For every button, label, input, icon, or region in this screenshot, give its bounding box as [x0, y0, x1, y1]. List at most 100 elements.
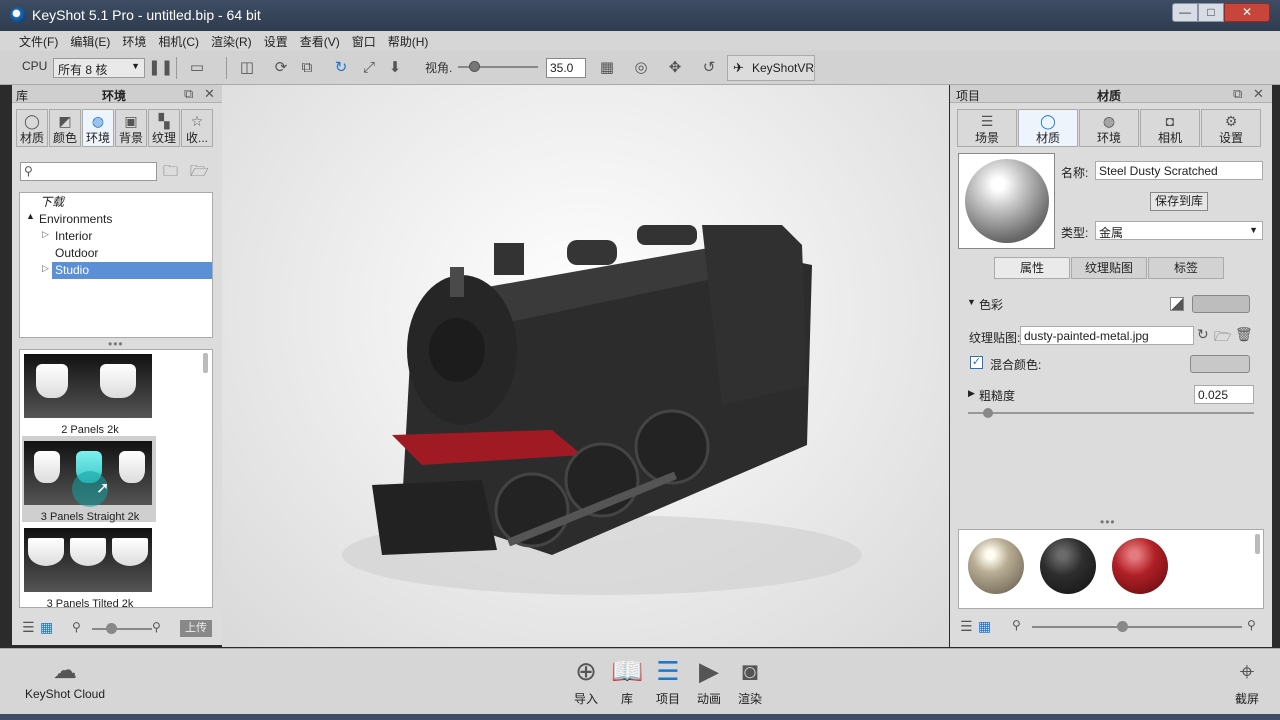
render-button[interactable]: ◙ 渲染 — [730, 655, 770, 707]
roughness-input[interactable]: 0.025 — [1194, 385, 1254, 404]
geometry-view-icon[interactable]: ▦ — [596, 57, 618, 79]
expanded-arrow-icon[interactable]: ▲ — [26, 211, 35, 221]
texture-map-field[interactable]: dusty-painted-metal.jpg — [1020, 326, 1194, 345]
delete-icon[interactable]: 🗑 — [1235, 326, 1253, 343]
zoom-out-icon[interactable]: ⚲ — [1012, 618, 1021, 632]
minimize-button[interactable]: — — [1172, 3, 1198, 22]
close-button[interactable]: ✕ — [1224, 3, 1270, 22]
tab-labels[interactable]: 标签 — [1148, 257, 1224, 279]
tab-scene[interactable]: ☰ 场景 — [957, 109, 1017, 147]
expanded-arrow-icon[interactable]: ▼ — [967, 297, 976, 307]
material-preview[interactable] — [958, 153, 1055, 249]
list-view-icon[interactable]: ☰ — [960, 618, 973, 635]
performance-mode-icon[interactable]: ◎ — [630, 57, 652, 79]
save-to-library-button[interactable]: 保存到库 — [1150, 192, 1208, 211]
splitter-handle[interactable]: ••• — [1100, 515, 1116, 529]
tab-colors[interactable]: ◩ 颜色 — [49, 109, 81, 147]
tray-size-slider[interactable] — [1032, 626, 1242, 628]
folder-options-icon[interactable]: 🗁 — [190, 161, 209, 186]
tab-settings[interactable]: ⚙ 设置 — [1201, 109, 1261, 147]
undock-icon[interactable]: ⧉ — [184, 86, 193, 102]
tab-properties[interactable]: 属性 — [994, 257, 1070, 279]
menu-file[interactable]: 文件(F) — [13, 31, 64, 50]
tree-item-outdoor[interactable]: Outdoor — [55, 245, 98, 262]
grid-view-icon[interactable]: ▦ — [978, 618, 991, 635]
tab-materials[interactable]: ◯ 材质 — [16, 109, 48, 147]
undock-icon[interactable]: ⧉ — [1233, 86, 1242, 102]
pause-icon[interactable]: ❚❚ — [148, 57, 173, 79]
library-button[interactable]: 📖 库 — [607, 655, 647, 707]
keyshot-cloud-button[interactable]: ☁ KeyShot Cloud — [20, 655, 110, 701]
region-render-icon[interactable]: ▭ — [186, 57, 208, 79]
tray-material-3[interactable] — [1112, 538, 1168, 594]
fit-view-icon[interactable]: ⤢ — [358, 57, 380, 79]
import-button[interactable]: ⊕ 导入 — [566, 655, 606, 707]
tree-item-studio[interactable]: Studio — [52, 262, 212, 279]
menu-edit[interactable]: 编辑(E) — [64, 31, 116, 50]
tree-item-download[interactable]: 下载 — [40, 194, 64, 211]
move-tool-icon[interactable]: ✥ — [664, 57, 686, 79]
screenshot-button[interactable]: ⌖ 截屏 — [1227, 655, 1267, 707]
menu-environment[interactable]: 环境 — [116, 31, 152, 50]
thumbnail-2-panels[interactable] — [24, 354, 152, 418]
blend-color-checkbox[interactable]: ✓ — [970, 356, 983, 369]
zoom-in-icon[interactable]: ⚲ — [1247, 618, 1256, 632]
rotate-icon[interactable]: ⟳ — [270, 57, 292, 79]
collapsed-arrow-icon[interactable]: ▶ — [968, 388, 975, 399]
tray-scrollbar[interactable] — [1255, 534, 1260, 554]
menu-render[interactable]: 渲染(R) — [205, 31, 258, 50]
thumbnail-scrollbar[interactable] — [203, 353, 208, 373]
tab-backplates[interactable]: ▣ 背景 — [115, 109, 147, 147]
grid-view-icon[interactable]: ▦ — [40, 619, 53, 636]
tab-environments[interactable]: ◍ 环境 — [82, 109, 114, 147]
tree-item-interior[interactable]: Interior — [55, 228, 92, 245]
animation-button[interactable]: ▶ 动画 — [689, 655, 729, 707]
tab-environment[interactable]: ◍ 环境 — [1079, 109, 1139, 147]
zoom-out-icon[interactable]: ⚲ — [72, 620, 81, 634]
material-name-input[interactable]: Steel Dusty Scratched — [1095, 161, 1263, 180]
material-type-select[interactable]: 金属 ▼ — [1095, 221, 1263, 240]
cpu-cores-select[interactable]: 所有 8 核 ▼ — [53, 58, 145, 78]
maximize-button[interactable]: □ — [1198, 3, 1224, 22]
tray-material-2[interactable] — [1040, 538, 1096, 594]
tab-favorites[interactable]: ☆ 收... — [181, 109, 213, 147]
lock-camera-icon[interactable]: ⧉ — [296, 57, 318, 79]
menu-view[interactable]: 查看(V) — [294, 31, 346, 50]
list-view-icon[interactable]: ☰ — [22, 619, 35, 636]
collapsed-arrow-icon[interactable]: ▷ — [42, 229, 49, 240]
blend-color-swatch[interactable] — [1190, 355, 1250, 373]
thumbnail-3-panels-straight[interactable]: ➚ — [24, 441, 152, 507]
texture-toggle-icon[interactable] — [1170, 297, 1184, 311]
tab-camera[interactable]: ◘ 相机 — [1140, 109, 1200, 147]
color-swatch[interactable] — [1192, 295, 1250, 313]
thumbnail-size-handle[interactable] — [106, 623, 117, 634]
menu-camera[interactable]: 相机(C) — [152, 31, 205, 50]
turntable-icon[interactable]: ↺ — [698, 57, 720, 79]
thumbnail-size-slider[interactable] — [92, 628, 152, 630]
menu-window[interactable]: 窗口 — [346, 31, 382, 50]
reload-icon[interactable]: ↻ — [1197, 326, 1209, 343]
fov-input[interactable]: 35.0 — [546, 58, 586, 78]
folder-open-icon[interactable]: 🗁 — [1214, 326, 1231, 350]
collapsed-arrow-icon[interactable]: ▷ — [42, 263, 49, 274]
close-panel-icon[interactable]: ✕ — [1253, 86, 1264, 102]
thumbnail-3-panels-tilted[interactable] — [24, 528, 152, 592]
tree-item-environments[interactable]: Environments — [39, 211, 112, 228]
refresh-icon[interactable]: ↻ — [330, 57, 352, 79]
roughness-slider-track[interactable] — [968, 412, 1254, 414]
tray-material-1[interactable] — [968, 538, 1024, 594]
tab-material[interactable]: ◯ 材质 — [1018, 109, 1078, 147]
tray-size-handle[interactable] — [1117, 621, 1128, 632]
fov-slider-handle[interactable] — [469, 61, 480, 72]
menu-help[interactable]: 帮助(H) — [382, 31, 435, 50]
close-panel-icon[interactable]: ✕ — [204, 86, 215, 102]
drop-to-ground-icon[interactable]: ⬇ — [384, 57, 406, 79]
camera-snapshot-icon[interactable]: ◫ — [236, 57, 258, 79]
zoom-in-icon[interactable]: ⚲ — [152, 620, 161, 634]
upload-button[interactable]: 上传 — [180, 620, 212, 637]
add-folder-icon[interactable]: 🗀 — [163, 161, 178, 186]
render-viewport[interactable] — [222, 85, 949, 647]
menu-settings[interactable]: 设置 — [258, 31, 294, 50]
keyshotvr-button[interactable]: ✈ KeyShotVR — [727, 55, 815, 81]
project-button[interactable]: ☰ 项目 — [648, 655, 688, 707]
